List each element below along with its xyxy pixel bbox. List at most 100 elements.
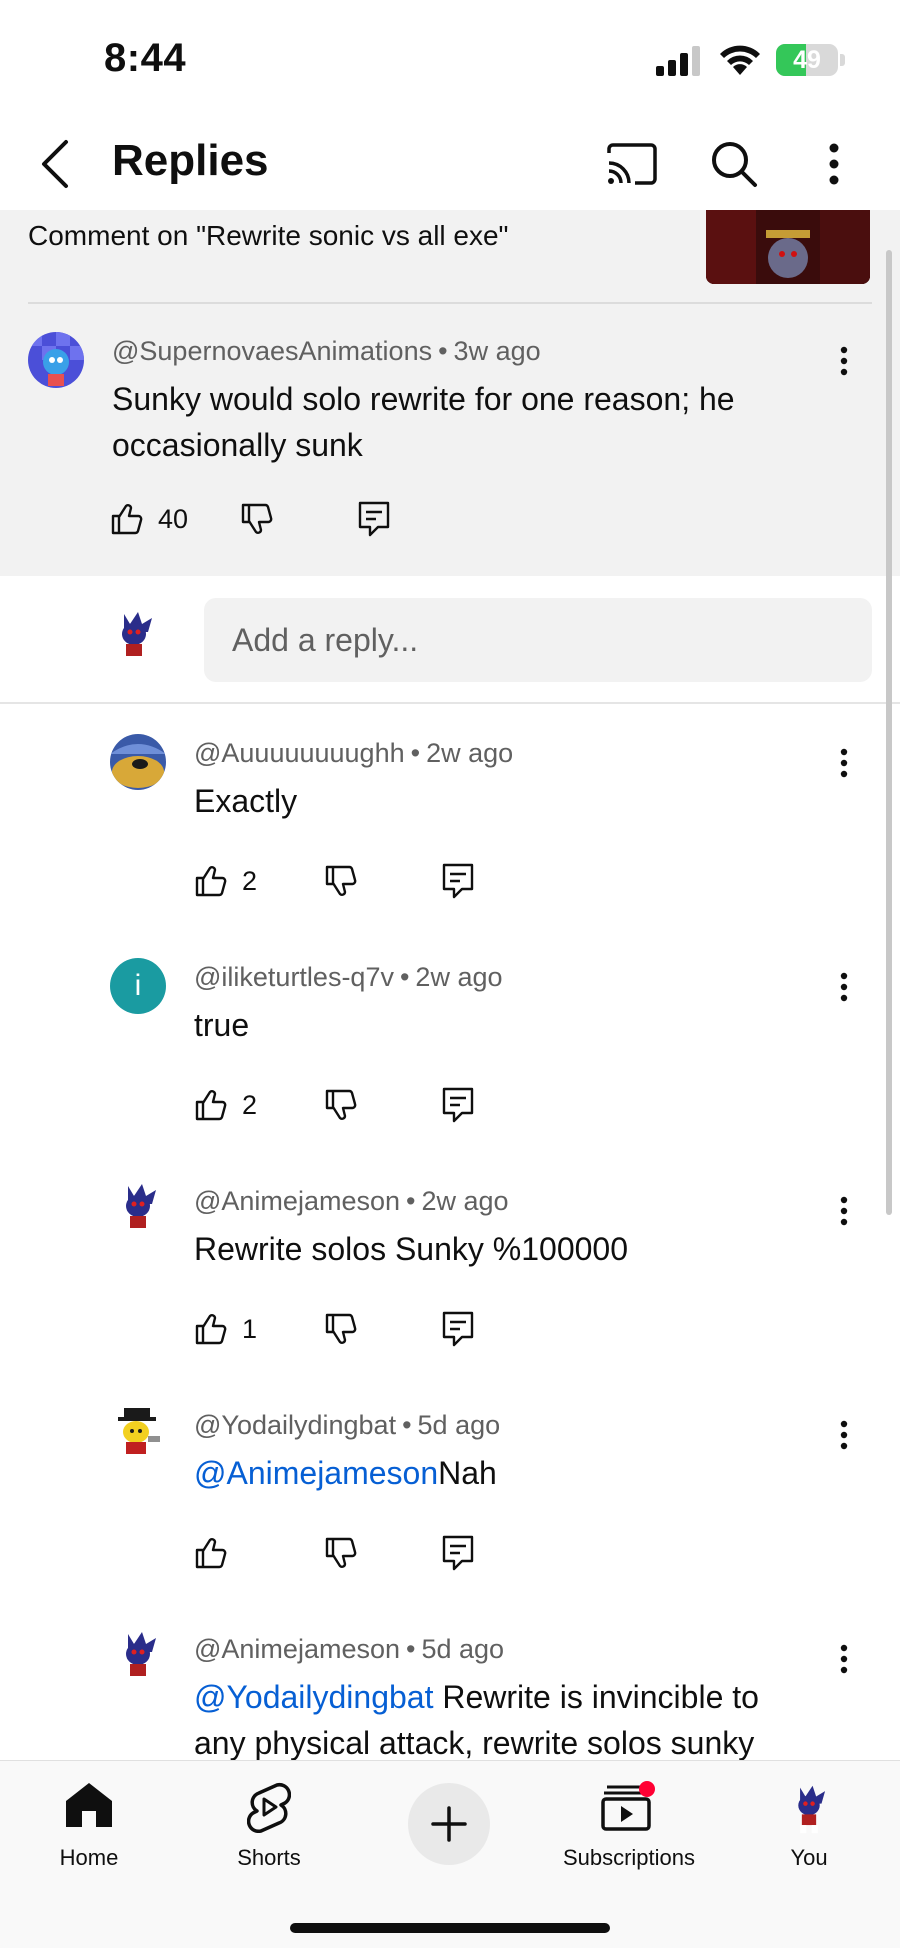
cellular-signal-icon	[656, 46, 700, 76]
separator-dot: •	[406, 1186, 416, 1216]
like-button[interactable]	[194, 1080, 228, 1130]
reply-item: @Animejameson • 2w ago Rewrite solos Sunky…	[0, 1154, 900, 1378]
comment-icon	[442, 863, 474, 899]
comment-more-button[interactable]	[824, 1634, 864, 1684]
reply-item: i @iliketurtles-q7v • 2w ago true 2	[0, 930, 900, 1154]
comment-age: 5d ago	[417, 1410, 501, 1440]
reply-button[interactable]	[358, 494, 390, 544]
comment-actions: 2	[194, 856, 494, 906]
nav-home[interactable]: Home	[14, 1771, 164, 1881]
avatar-image	[118, 1408, 160, 1460]
comment-text: Exactly	[194, 778, 814, 824]
more-vertical-icon	[840, 1644, 848, 1674]
like-button[interactable]	[110, 494, 144, 544]
dislike-button[interactable]	[324, 1304, 358, 1354]
thumbs-up-icon	[195, 1090, 227, 1121]
avatar[interactable]	[28, 332, 84, 388]
avatar-image	[28, 332, 84, 388]
back-button[interactable]	[30, 134, 80, 194]
comment-author[interactable]: @Auuuuuuuughh	[194, 738, 405, 768]
battery-tip	[840, 54, 845, 66]
comment-author[interactable]: @iliketurtles-q7v	[194, 962, 394, 992]
avatar-letter: i	[134, 969, 142, 1002]
comment-meta: @SupernovaesAnimations • 3w ago	[112, 336, 541, 367]
avatar[interactable]	[110, 1182, 166, 1238]
thumbs-up-icon	[195, 866, 227, 897]
page-title: Replies	[112, 136, 269, 185]
nav-subscriptions[interactable]: Subscriptions	[554, 1771, 704, 1881]
reply-button[interactable]	[442, 1528, 474, 1578]
dislike-button[interactable]	[324, 856, 358, 906]
nav-you-label: You	[790, 1845, 828, 1870]
comment-age: 2w ago	[426, 738, 514, 768]
search-button[interactable]	[704, 134, 764, 194]
avatar[interactable]: i	[110, 958, 166, 1014]
thumbs-up-icon	[111, 504, 143, 535]
thumbs-down-icon	[325, 1537, 357, 1568]
separator-dot: •	[406, 1634, 416, 1664]
reply-button[interactable]	[442, 856, 474, 906]
comment-meta: @Auuuuuuuughh • 2w ago	[194, 738, 513, 769]
nav-shorts-label: Shorts	[237, 1845, 301, 1870]
like-button[interactable]	[194, 1304, 228, 1354]
comment-icon	[358, 501, 390, 537]
avatar[interactable]	[110, 1406, 166, 1462]
reply-button[interactable]	[442, 1304, 474, 1354]
comment-more-button[interactable]	[824, 738, 864, 788]
shorts-icon	[247, 1782, 291, 1833]
like-count: 2	[242, 1090, 258, 1120]
dislike-button[interactable]	[324, 1528, 358, 1578]
search-icon	[712, 142, 757, 187]
more-options-button[interactable]	[804, 134, 864, 194]
comment-text: Rewrite solos Sunky %100000	[194, 1226, 814, 1272]
divider	[28, 302, 872, 304]
avatar[interactable]	[110, 1630, 166, 1686]
reply-button[interactable]	[442, 1080, 474, 1130]
comment-author[interactable]: @Yodailydingbat	[194, 1410, 396, 1440]
comment-author[interactable]: @Animejameson	[194, 1634, 400, 1664]
comment-author[interactable]: @Animejameson	[194, 1186, 400, 1216]
wifi-icon	[720, 45, 760, 75]
comment-more-button[interactable]	[824, 962, 864, 1012]
create-button[interactable]	[408, 1783, 490, 1865]
avatar[interactable]	[110, 734, 166, 790]
plus-icon	[431, 1806, 467, 1842]
comment-actions: 40	[110, 494, 410, 544]
more-vertical-icon	[840, 748, 848, 778]
comment-body: true	[194, 1007, 250, 1043]
app-header: Replies	[0, 118, 900, 210]
more-vertical-icon	[840, 1196, 848, 1226]
nav-shorts[interactable]: Shorts	[194, 1771, 344, 1881]
comment-age: 5d ago	[421, 1634, 505, 1664]
comment-body: Rewrite solos Sunky %100000	[194, 1231, 629, 1267]
like-button[interactable]	[194, 856, 228, 906]
comment-more-button[interactable]	[824, 336, 864, 386]
like-count: 40	[158, 504, 189, 534]
comment-body: Nah	[438, 1455, 497, 1491]
separator-dot: •	[402, 1410, 412, 1440]
video-context: Comment on "Rewrite sonic vs all exe"	[28, 220, 509, 251]
separator-dot: •	[410, 738, 421, 768]
user-avatar-icon	[798, 1785, 826, 1834]
user-avatar[interactable]	[106, 610, 162, 666]
mention-link[interactable]: @Yodailydingbat	[194, 1679, 433, 1715]
thumbnail-image	[706, 210, 870, 284]
comment-author[interactable]: @SupernovaesAnimations	[112, 336, 432, 366]
comment-meta: @Animejameson • 2w ago	[194, 1186, 509, 1217]
comment-more-button[interactable]	[824, 1410, 864, 1460]
home-indicator[interactable]	[290, 1923, 610, 1933]
cast-icon	[607, 143, 657, 185]
scrollbar[interactable]	[886, 250, 892, 1215]
mention-link[interactable]: @Animejameson	[194, 1455, 438, 1491]
avatar-image	[122, 612, 152, 665]
reply-input[interactable]	[204, 598, 872, 682]
dislike-button[interactable]	[240, 494, 274, 544]
video-thumbnail[interactable]	[706, 210, 870, 284]
more-vertical-icon	[840, 972, 848, 1002]
like-button[interactable]	[194, 1528, 228, 1578]
comment-more-button[interactable]	[824, 1186, 864, 1236]
battery-percent: 49	[793, 46, 821, 74]
nav-you[interactable]: You	[734, 1771, 884, 1881]
dislike-button[interactable]	[324, 1080, 358, 1130]
cast-button[interactable]	[602, 134, 662, 194]
